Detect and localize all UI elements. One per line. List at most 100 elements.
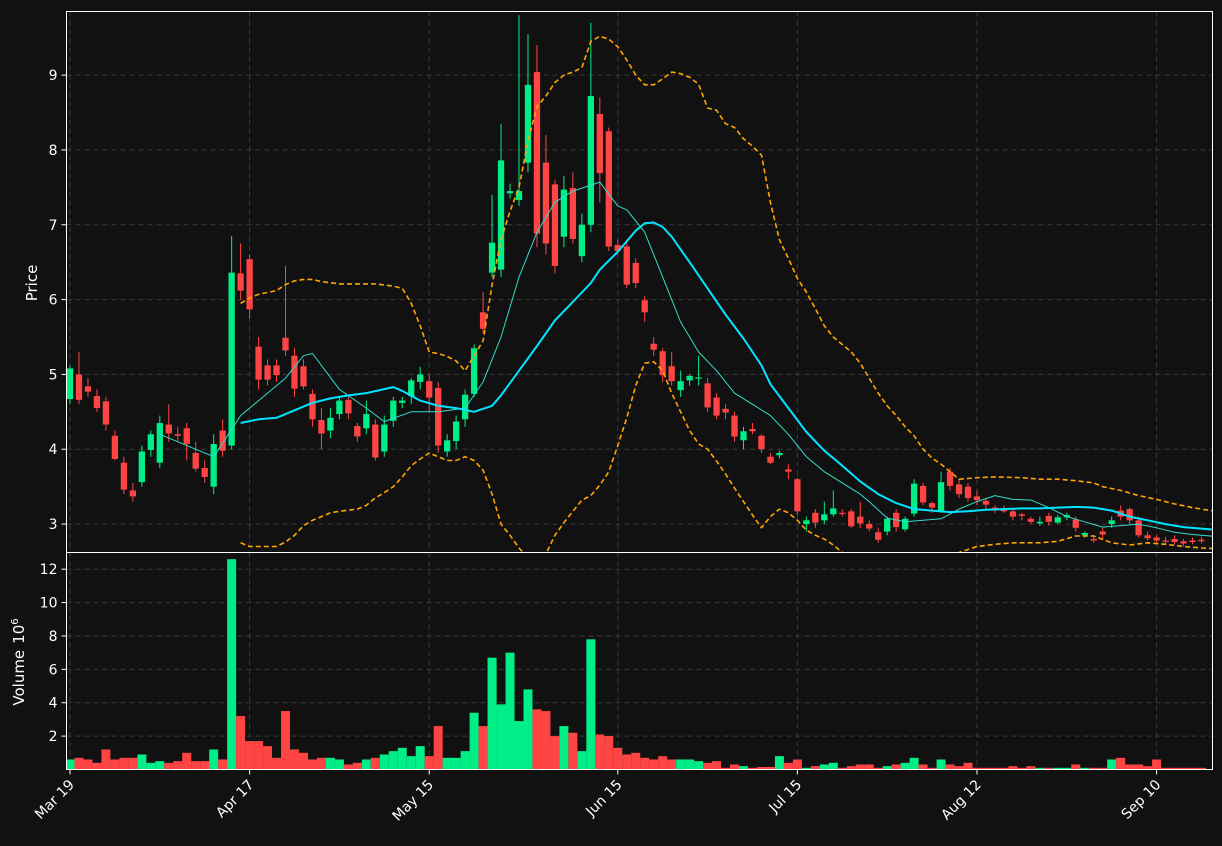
price-tick-label: 7	[49, 218, 58, 234]
volume-bar	[568, 732, 578, 770]
volume-bar	[613, 747, 623, 770]
candle-body	[1180, 541, 1187, 544]
candle-body	[866, 524, 873, 529]
volume-bar	[101, 749, 111, 770]
price-tick-label: 6	[49, 293, 58, 309]
candle-body	[1198, 539, 1205, 542]
volume-bar	[343, 764, 353, 770]
candle-body	[1099, 531, 1106, 535]
volume-bar	[128, 757, 138, 770]
volume-bar	[218, 759, 228, 770]
volume-bar	[541, 711, 551, 770]
volume-bar	[658, 756, 668, 770]
candle-body	[219, 430, 226, 451]
volume-bar	[810, 766, 820, 770]
candle-body	[1081, 533, 1088, 536]
candle-body	[605, 131, 612, 247]
candle-body	[417, 374, 424, 382]
candle-body	[381, 424, 388, 452]
volume-bar	[361, 759, 371, 770]
volume-panel: 2 4 6 8 10 12	[40, 552, 1213, 770]
volume-bar	[487, 657, 497, 770]
volume-bar	[577, 751, 587, 770]
volume-bar	[694, 761, 704, 770]
volume-bars-group	[66, 559, 1206, 770]
candle-body	[138, 451, 145, 483]
volume-bar	[424, 756, 434, 770]
volume-bar	[316, 757, 326, 770]
volume-bar	[774, 756, 784, 770]
candle-body	[857, 516, 864, 524]
volume-bar	[792, 759, 802, 770]
sma-slow-line	[240, 221, 1213, 531]
volume-bar	[640, 757, 650, 770]
candle-body	[1189, 540, 1196, 543]
candle-body	[740, 431, 747, 441]
volume-bar	[379, 754, 389, 770]
candle-body	[785, 469, 792, 472]
volume-bar	[1107, 759, 1117, 770]
volume-bar	[478, 726, 488, 770]
candle-body	[488, 242, 496, 273]
candle-body	[1045, 515, 1052, 522]
volume-bar	[595, 734, 605, 770]
volume-tick-label: 6	[49, 662, 58, 678]
candle-body	[345, 399, 352, 414]
candle-body	[875, 532, 882, 540]
volume-bar	[882, 766, 892, 770]
candle-body	[327, 417, 334, 431]
candle-body	[399, 400, 406, 403]
volume-tick-label: 4	[49, 696, 58, 712]
price-axis-label: Price	[23, 265, 41, 302]
candle-body	[1027, 518, 1035, 522]
volume-bar	[819, 764, 829, 770]
volume-bar	[325, 757, 335, 770]
candle-body	[686, 375, 693, 381]
volume-bar	[523, 689, 533, 770]
candle-body	[946, 471, 954, 486]
volume-bar	[622, 754, 632, 770]
volume-bar	[254, 741, 264, 770]
volume-bar	[191, 761, 201, 770]
volume-tick-label: 2	[49, 729, 58, 745]
candle-body	[722, 408, 729, 413]
candle-body	[839, 512, 846, 515]
price-tick-label: 8	[49, 143, 58, 159]
candle-body	[1018, 514, 1026, 516]
candle-body	[776, 452, 783, 456]
x-tick-label: May 15	[389, 777, 437, 825]
volume-bar	[442, 757, 452, 770]
candle-body	[668, 366, 675, 382]
candle-body	[812, 512, 819, 523]
candle-body	[830, 508, 837, 515]
volume-bar	[164, 762, 174, 770]
candle-body	[641, 300, 648, 313]
volume-bar	[712, 761, 722, 770]
volume-bar	[1071, 764, 1081, 770]
volume-bar	[397, 747, 407, 770]
volume-axis-label: Volume 106	[10, 618, 28, 705]
volume-bar	[460, 751, 470, 770]
volume-bar	[586, 639, 596, 770]
candle-body	[201, 467, 208, 477]
candle-body	[354, 426, 361, 437]
x-tick-label: Jun 15	[582, 777, 625, 820]
volume-bar	[83, 759, 93, 770]
candle-body	[372, 424, 379, 458]
candle-body	[461, 394, 469, 420]
price-tick-label: 9	[49, 68, 58, 84]
volume-bar	[550, 736, 560, 770]
volume-bar	[1125, 764, 1135, 770]
candle-body	[1144, 535, 1151, 539]
candle-body	[183, 428, 190, 445]
x-tick-label: Mar 19	[32, 777, 78, 823]
volume-bar	[846, 766, 856, 770]
candle-body	[237, 273, 244, 291]
candle-body	[363, 414, 370, 429]
volume-bar	[685, 759, 695, 770]
candle-body	[1171, 539, 1178, 543]
candle-body	[300, 366, 307, 387]
volume-bar	[406, 756, 416, 770]
volume-bar	[667, 759, 677, 770]
candle-body	[210, 444, 217, 487]
